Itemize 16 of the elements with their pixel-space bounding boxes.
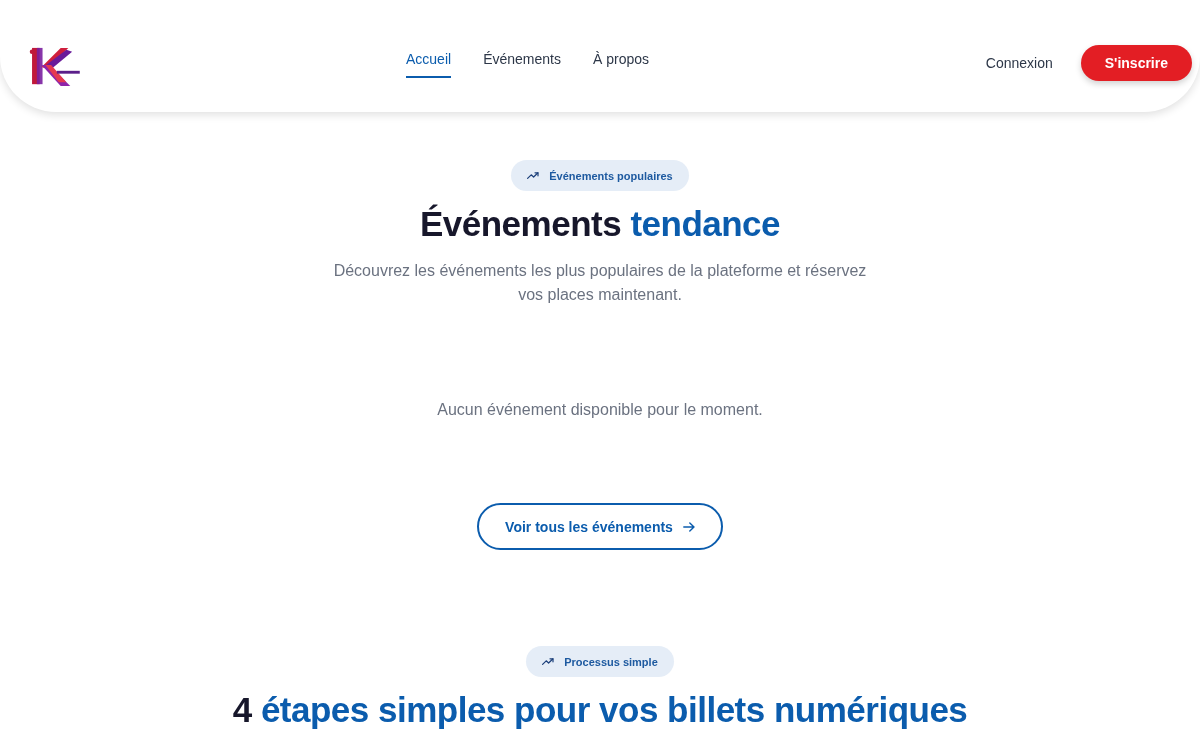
signup-button[interactable]: S'inscrire <box>1080 45 1192 81</box>
section-title: Événements tendance <box>419 203 781 245</box>
badge-label: Processus simple <box>564 655 658 668</box>
badge-label: Événements populaires <box>549 169 673 182</box>
trending-up-icon <box>542 658 555 665</box>
nav-link[interactable]: À propos <box>592 50 649 78</box>
login-link[interactable]: Connexion <box>985 55 1053 71</box>
trending-up-icon <box>527 172 540 179</box>
logo-icon[interactable] <box>28 46 80 88</box>
empty-message: Aucun événement disponible pour le moment. <box>437 401 763 419</box>
section-title: 4 étapes simples pour vos billets numériques <box>232 689 968 731</box>
view-all-events-button[interactable]: Voir tous les événements <box>477 503 723 550</box>
section-subtitle: Découvrez les événements les plus populaires de la plateforme et réservez vos places maintenant. <box>332 261 868 305</box>
nav-link[interactable]: Événements <box>483 50 561 78</box>
nav-link[interactable]: Accueil <box>406 50 452 78</box>
arrow-right-icon <box>682 521 695 532</box>
